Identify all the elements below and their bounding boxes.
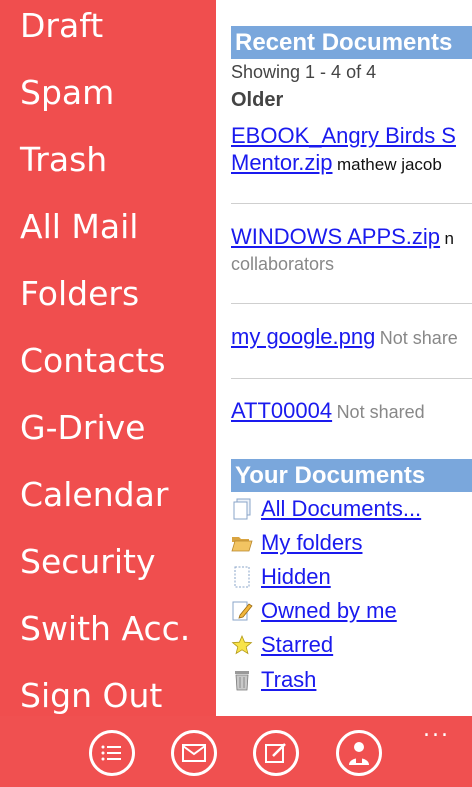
doc-link-my-google[interactable]: my google.png: [231, 324, 375, 349]
compose-button[interactable]: [253, 730, 299, 776]
star-icon: [231, 634, 253, 656]
your-docs-item-folders[interactable]: My folders: [231, 528, 362, 558]
your-docs-item-starred[interactable]: Starred: [231, 630, 333, 660]
pencil-document-icon: [231, 600, 253, 622]
doc-link-att00004[interactable]: ATT00004: [231, 398, 332, 423]
doc-sharing: collaborators: [231, 254, 335, 274]
doc-row: my google.png Not share: [231, 324, 458, 350]
sidebar-item-draft[interactable]: Draft: [20, 6, 103, 46]
trash-can-icon: [231, 669, 253, 691]
mail-button[interactable]: [171, 730, 217, 776]
sidebar-item-spam[interactable]: Spam: [20, 73, 114, 113]
drive-panel: Recent Documents Showing 1 - 4 of 4 Olde…: [216, 0, 472, 716]
sidebar-item-all-mail[interactable]: All Mail: [20, 207, 138, 247]
sidebar-item-contacts[interactable]: Contacts: [20, 341, 166, 381]
open-folder-icon: [231, 532, 253, 554]
recent-documents-header: Recent Documents: [231, 26, 472, 59]
list-button[interactable]: [89, 730, 135, 776]
doc-row: ATT00004 Not shared: [231, 398, 425, 424]
contact-icon: [349, 742, 369, 765]
sidebar-item-g-drive[interactable]: G-Drive: [20, 408, 145, 448]
doc-link-ebook-cont[interactable]: Mentor.zip: [231, 150, 333, 175]
more-options-button[interactable]: ...: [423, 719, 450, 741]
sidebar-item-security[interactable]: Security: [20, 542, 156, 582]
your-docs-item-label: All Documents...: [261, 496, 422, 521]
divider: [231, 303, 472, 304]
doc-owner: mathew jacob: [336, 155, 442, 174]
your-docs-item-all[interactable]: All Documents...: [231, 494, 421, 524]
doc-owner: n: [444, 229, 454, 248]
your-docs-item-label: Trash: [261, 667, 317, 692]
compose-icon: [265, 743, 286, 763]
divider: [231, 378, 472, 379]
doc-link-ebook[interactable]: EBOOK_Angry Birds S: [231, 123, 456, 149]
divider: [231, 203, 472, 204]
your-docs-item-label: Owned by me: [261, 598, 397, 623]
doc-sharing: Not shared: [336, 402, 425, 422]
doc-row: Mentor.zip mathew jacob: [231, 150, 442, 176]
your-docs-item-trash[interactable]: Trash: [231, 665, 316, 695]
hidden-document-icon: [231, 566, 253, 588]
group-label: Older: [231, 89, 284, 111]
list-icon: [101, 745, 121, 761]
sidebar-item-calendar[interactable]: Calendar: [20, 475, 168, 515]
your-docs-item-label: Starred: [261, 632, 334, 657]
your-docs-item-hidden[interactable]: Hidden: [231, 562, 331, 592]
app-bar: ...: [0, 716, 472, 787]
sidebar-item-folders[interactable]: Folders: [20, 274, 139, 314]
your-documents-header: Your Documents: [231, 459, 472, 492]
sidebar-item-trash[interactable]: Trash: [20, 140, 107, 180]
doc-sharing: Not share: [379, 328, 458, 348]
your-docs-item-label: My folders: [261, 530, 363, 555]
sidebar: Draft Spam Trash All Mail Folders Contac…: [0, 0, 216, 716]
your-docs-item-label: Hidden: [261, 564, 331, 589]
your-docs-item-owned[interactable]: Owned by me: [231, 596, 397, 626]
doc-link-windows-apps[interactable]: WINDOWS APPS.zip: [231, 224, 440, 249]
sidebar-item-sign-out[interactable]: Sign Out: [20, 676, 162, 716]
mail-icon: [182, 744, 206, 762]
sidebar-item-switch-account[interactable]: Swith Acc.: [20, 609, 190, 649]
doc-row: WINDOWS APPS.zip n: [231, 224, 454, 250]
results-count: Showing 1 - 4 of 4: [231, 62, 377, 82]
document-stack-icon: [231, 498, 253, 520]
contact-button[interactable]: [336, 730, 382, 776]
